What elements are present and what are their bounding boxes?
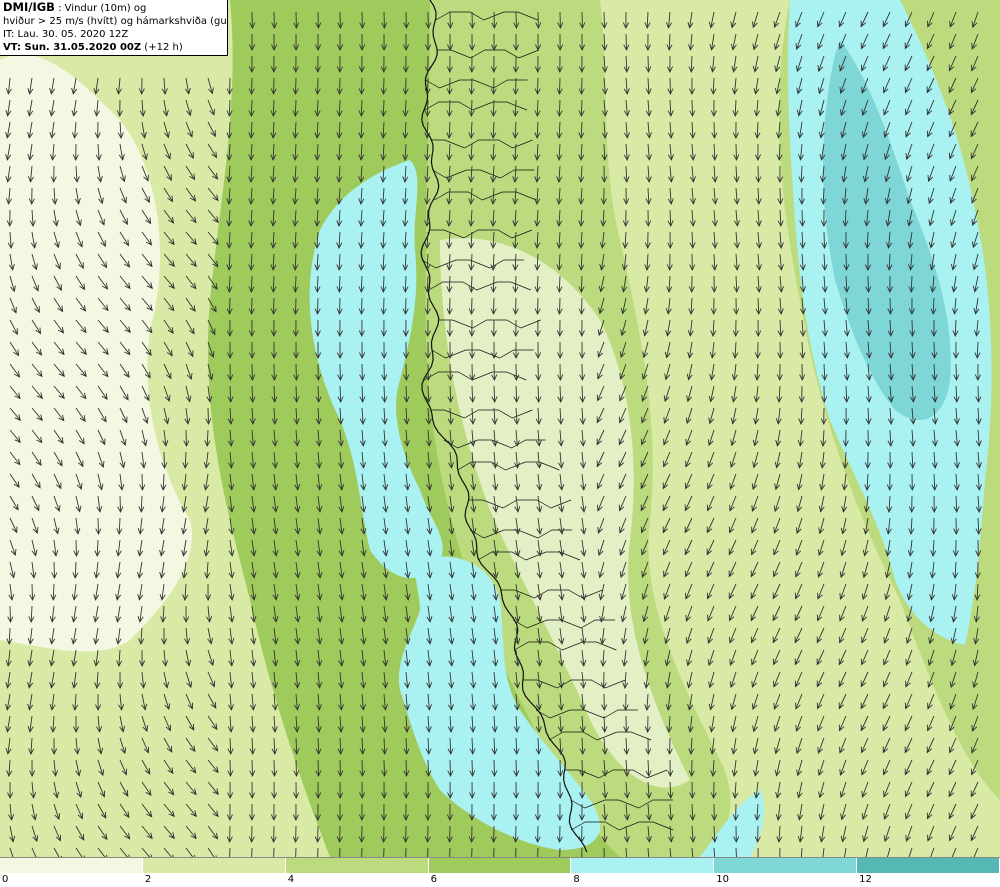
init-time: IT: Lau. 30. 05. 2020 12Z [3,29,129,40]
title-line-1: DMI/IGB : Vindur (10m) og [3,1,224,15]
valid-offset: (+12 h) [141,42,183,53]
legend-label: 10 [716,874,730,885]
color-scale-legend [0,857,1000,873]
legend-label: 6 [430,874,437,885]
legend-label: 8 [573,874,580,885]
valid-time: VT: Sun. 31.05.2020 00Z [3,42,142,53]
legend-label: 12 [859,874,872,885]
title-line-4: VT: Sun. 31.05.2020 00Z (+12 h) [3,41,224,54]
legend-label: 0 [2,874,9,885]
legend-swatch [714,858,858,873]
map-title-box: DMI/IGB : Vindur (10m) og hviður > 25 m/… [0,0,228,56]
legend-label: 4 [287,874,295,885]
description-2: hviður > 25 m/s (hvítt) og hámarkshviða … [3,16,228,27]
legend-swatch [857,858,1000,873]
wind-map: DMI/IGB : Vindur (10m) og hviður > 25 m/… [0,0,1000,887]
source-label: DMI/IGB [3,0,55,14]
legend-swatch [571,858,715,873]
legend-swatch [428,858,572,873]
legend-label: 2 [144,874,152,885]
wind-field-map [0,0,1000,866]
legend-labels: 0 2 4 6 8 10 12 [0,873,1000,887]
description-1: : Vindur (10m) og [54,3,147,14]
legend-swatch [285,858,429,873]
legend-swatch [142,858,286,873]
legend-swatch [0,858,143,873]
